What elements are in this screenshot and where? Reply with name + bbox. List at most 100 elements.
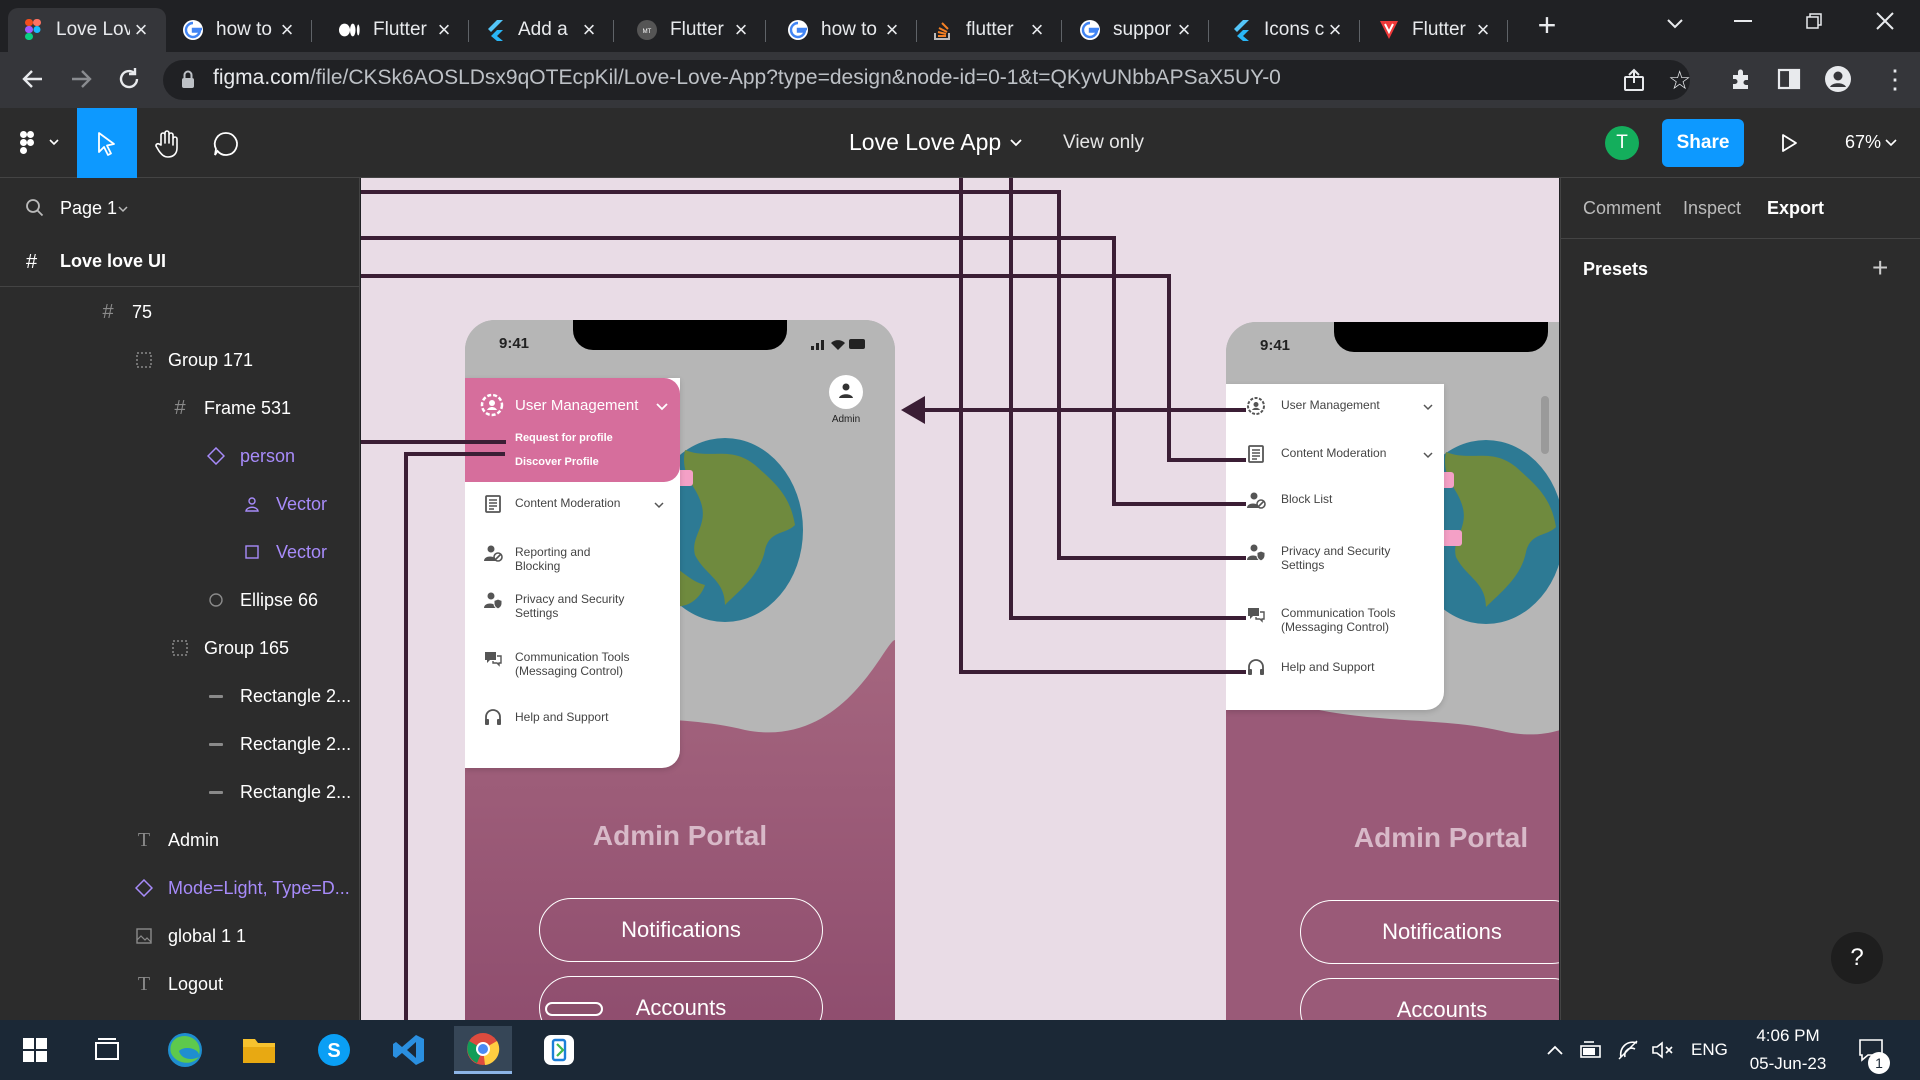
android-emulator-icon[interactable] [530, 1026, 588, 1074]
layer-row[interactable]: T Logout [0, 960, 360, 1008]
layer-row[interactable]: global 1 1 [0, 912, 360, 960]
vscode-icon[interactable] [380, 1026, 438, 1074]
layer-row[interactable]: Rectangle 2... [0, 720, 360, 768]
layer-row[interactable]: T Admin [0, 816, 360, 864]
page-selector[interactable]: Page 1 [60, 198, 117, 219]
close-tab-icon[interactable]: × [433, 17, 455, 43]
layer-name: Vector [276, 493, 328, 514]
help-button[interactable]: ? [1831, 932, 1883, 984]
browser-tab[interactable]: how to × [773, 8, 917, 52]
battery-icon[interactable] [1578, 1040, 1604, 1060]
prototype-connections [361, 178, 1246, 1020]
figma-main-menu-icon[interactable] [18, 130, 62, 156]
comment-tool-icon[interactable] [212, 130, 240, 158]
layer-row[interactable]: Vector [0, 528, 360, 576]
browser-tab[interactable]: Flutter × [325, 8, 469, 52]
browser-tab[interactable]: Flutter × [1364, 8, 1508, 52]
layer-name: Logout [168, 973, 224, 994]
profile-icon[interactable] [1824, 65, 1852, 93]
windows-start-icon[interactable] [6, 1026, 64, 1074]
tab-export[interactable]: Export [1767, 198, 1824, 219]
close-tab-icon[interactable]: × [1324, 17, 1346, 43]
reload-icon[interactable] [115, 65, 143, 93]
browser-tab[interactable]: flutter × [918, 8, 1062, 52]
layer-row[interactable]: Rectangle 2... [0, 672, 360, 720]
browser-tab[interactable]: Add a × [470, 8, 614, 52]
stackoverflow-icon [932, 19, 954, 41]
close-tab-icon[interactable]: × [881, 17, 903, 43]
flutter-icon [1230, 19, 1252, 41]
file-explorer-icon[interactable] [230, 1026, 288, 1074]
bookmark-star-icon[interactable]: ☆ [1668, 65, 1691, 96]
share-page-icon[interactable] [1621, 67, 1647, 93]
edge-icon[interactable] [156, 1026, 214, 1074]
tab-comment[interactable]: Comment [1583, 198, 1661, 219]
close-tab-icon[interactable]: × [276, 17, 298, 43]
layer-row[interactable]: Vector [0, 480, 360, 528]
search-icon[interactable] [25, 198, 45, 218]
layer-row[interactable]: Group 171 [0, 336, 360, 384]
side-panel-icon[interactable] [1777, 67, 1801, 91]
close-tab-icon[interactable]: × [1173, 17, 1195, 43]
share-button[interactable]: Share [1662, 119, 1744, 167]
tab-title: Flutter [1412, 19, 1466, 40]
ellipse-icon [204, 591, 228, 609]
browser-tab[interactable]: MT Flutter × [622, 8, 766, 52]
mighty-techno-icon: MT [636, 19, 658, 41]
volume-muted-icon[interactable] [1651, 1040, 1675, 1060]
layer-row[interactable]: Group 165 [0, 624, 360, 672]
layer-row[interactable]: Mode=Light, Type=D... [0, 864, 360, 912]
present-play-icon[interactable] [1779, 132, 1799, 154]
file-title-chevron-icon[interactable] [1008, 134, 1024, 150]
url-path: /file/CKSk6AOSLDsx9qOTEcpKil/Love-Love-A… [309, 66, 1281, 89]
back-arrow-icon[interactable] [20, 66, 46, 92]
tab-inspect[interactable]: Inspect [1683, 198, 1741, 219]
vivaldi-icon [1378, 19, 1400, 41]
layer-row[interactable]: Ellipse 66 [0, 576, 360, 624]
close-tab-icon[interactable]: × [730, 17, 752, 43]
layer-row[interactable]: person [0, 432, 360, 480]
forward-arrow-icon[interactable] [68, 66, 94, 92]
frame-row[interactable] [0, 237, 360, 287]
clock-time[interactable]: 4:06 PM [1738, 1026, 1838, 1046]
tab-search-chevron-icon[interactable] [1664, 12, 1686, 34]
lock-icon[interactable] [180, 69, 196, 89]
browser-menu-icon[interactable]: ⋮ [1882, 66, 1908, 92]
layer-row[interactable]: # Frame 531 [0, 384, 360, 432]
person-icon [240, 495, 264, 513]
layer-row[interactable]: Rectangle 2... [0, 768, 360, 816]
extensions-puzzle-icon[interactable] [1728, 66, 1754, 92]
close-tab-icon[interactable]: × [1472, 17, 1494, 43]
design-canvas[interactable]: 9:41 Admin User Management Request for p… [361, 178, 1559, 1020]
browser-tab[interactable]: how to × [168, 8, 312, 52]
hand-tool-icon[interactable] [153, 129, 181, 159]
page-chevron-icon[interactable] [117, 203, 129, 215]
url-text[interactable]: figma.com/file/CKSk6AOSLDsx9qOTEcpKil/Lo… [213, 66, 1281, 90]
close-tab-icon[interactable]: × [1026, 17, 1048, 43]
browser-tab[interactable]: Icons c × [1216, 8, 1360, 52]
browser-tab[interactable]: suppor × [1065, 8, 1209, 52]
task-view-icon[interactable] [78, 1026, 136, 1074]
minimize-window-icon[interactable] [1734, 20, 1752, 22]
layer-row[interactable]: # 75 [0, 288, 360, 336]
add-preset-icon[interactable]: + [1872, 254, 1888, 282]
browser-tab[interactable]: Love Love App × [8, 8, 166, 52]
chrome-icon[interactable] [454, 1026, 512, 1074]
close-tab-icon[interactable]: × [578, 17, 600, 43]
language-indicator[interactable]: ENG [1691, 1040, 1728, 1060]
close-window-icon[interactable] [1874, 10, 1896, 32]
restore-window-icon[interactable] [1805, 12, 1823, 30]
canvas-scrollbar[interactable] [1541, 396, 1549, 454]
tray-chevron-up-icon[interactable] [1545, 1043, 1565, 1057]
user-avatar[interactable]: T [1605, 126, 1639, 160]
zoom-level[interactable]: 67% [1845, 132, 1881, 153]
new-tab-icon[interactable]: + [1532, 9, 1562, 41]
close-tab-icon[interactable]: × [130, 17, 152, 43]
wifi-icon[interactable] [1617, 1039, 1641, 1061]
zoom-chevron-icon[interactable] [1884, 135, 1898, 149]
frame-title[interactable]: Love love UI [60, 251, 166, 272]
file-title[interactable]: Love Love App [849, 129, 1001, 156]
clock-date[interactable]: 05-Jun-23 [1738, 1054, 1838, 1074]
skype-icon[interactable]: S [305, 1026, 363, 1074]
tab-separator [613, 20, 614, 42]
